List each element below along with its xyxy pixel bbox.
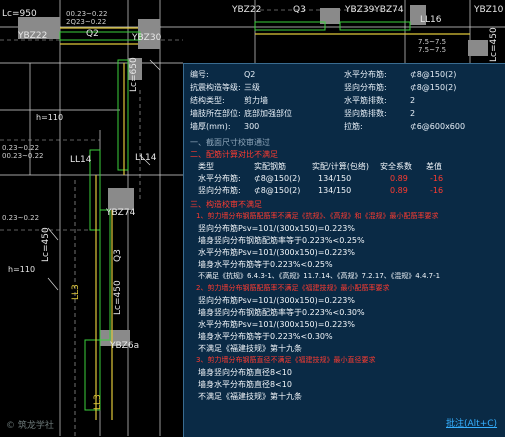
cad-label-q2-top: Q2	[86, 29, 99, 39]
prop-label-location: 墙肢所在部位:	[190, 109, 241, 118]
table-header-diff: 差值	[426, 162, 442, 171]
cad-dim-3: 0.23~0.22	[2, 144, 39, 152]
table-row-1-ratio: 134/150	[318, 174, 352, 183]
cad-label-lc450-b: Lc=450	[41, 227, 51, 262]
cad-label-h110-a: h=110	[36, 113, 63, 122]
table-row-2-ratio: 134/150	[318, 186, 352, 195]
detail-1-line-1: 竖向分布筋Psv=101/(300x150)=0.223%	[198, 224, 355, 233]
cad-label-lc450-a: Lc=450	[489, 27, 499, 62]
prop-value-h-rows: 2	[410, 96, 416, 105]
cad-label-ll3-b: LL3	[93, 394, 103, 410]
detail-2-line-1: 竖向分布筋Psv=101/(300x150)=0.223%	[198, 296, 355, 305]
table-row-1-type: 水平分布筋:	[198, 174, 241, 183]
detail-3-line-2: 墙身水平分布筋直径8<10	[198, 380, 292, 389]
cad-label-ybz39-74: YBZ39YBZ74	[344, 5, 404, 15]
table-row-2-type: 竖向分布筋:	[198, 186, 241, 195]
cad-label-lc650: Lc=650	[129, 57, 139, 92]
detail-1-line-3: 水平分布筋Psv=101/(300x150)=0.223%	[198, 248, 355, 257]
detail-2-line-3: 水平分布筋Psv=101/(300x150)=0.223%	[198, 320, 355, 329]
watermark: © 筑龙学社	[6, 421, 54, 431]
cad-label-ll3-a: LL3	[71, 284, 81, 300]
prop-value-tie: ⊄6@600x600	[410, 122, 466, 131]
detail-1-line-4: 墙身水平分布筋等于0.223%<0.25%	[198, 260, 333, 269]
cad-label-ll14-b: LL14	[135, 153, 157, 163]
prop-label-h-rebar: 水平分布筋:	[344, 70, 387, 79]
prop-label-v-rows: 竖向筋排数:	[344, 109, 387, 118]
table-row-1-diff: -16	[430, 174, 444, 183]
prop-value-struct: 剪力墙	[244, 96, 268, 105]
cad-dim-7: 0.23~0.22	[2, 214, 39, 222]
cad-label-ybz6a: YBZ6a	[109, 341, 139, 351]
table-row-1-safety: 0.89	[390, 174, 408, 183]
detail-2-line-2: 墙身竖向分布钢筋配筋率等于0.223%<0.30%	[198, 308, 365, 317]
cad-label-ybz22-b: YBZ22	[231, 5, 261, 15]
cad-label-ybz22-a: YBZ22	[17, 31, 47, 41]
table-row-2-diff: -16	[430, 186, 444, 195]
cad-label-ybz30: YBZ30	[131, 33, 162, 43]
cad-label-h110-b: h=110	[8, 265, 35, 274]
cad-label-ybz10: YBZ10	[473, 5, 504, 15]
prop-label-struct: 结构类型:	[190, 96, 225, 105]
prop-value-seismic: 三级	[244, 83, 260, 92]
prop-label-id: 编号:	[190, 70, 209, 79]
prop-value-h-rebar: ⊄8@150(2)	[410, 70, 457, 79]
cad-label-ll14-a: LL14	[70, 155, 92, 165]
cad-label-lc950: Lc=950	[2, 9, 37, 19]
check-section-detailing: 三、构造校审不满足	[190, 200, 262, 209]
detail-1-line-5: 不满足《抗规》6.4.3-1、《高规》11.7.14、《高规》7.2.17、《混…	[198, 272, 441, 280]
table-header-type: 类型	[198, 162, 214, 171]
detail-sub-3: 3、剪力墙分布钢筋直径不满足《福建技规》最小直径要求	[196, 356, 376, 364]
table-row-1-rebar: ⊄8@150(2)	[254, 174, 301, 183]
table-header-ratio: 实配/计算(包络)	[312, 162, 369, 171]
detail-3-line-3: 不满足《福建技规》第十九条	[198, 392, 302, 401]
cad-dim-6: 7.5~7.5	[418, 46, 446, 54]
check-section-rebar: 二、配筋计算对比不满足	[190, 150, 278, 159]
prop-value-id: Q2	[244, 70, 256, 79]
prop-label-v-rebar: 竖向分布筋:	[344, 83, 387, 92]
detail-sub-1: 1、剪力墙分布钢筋配筋率不满足《抗规》、《高规》和《混规》最小配筋率要求	[196, 212, 439, 220]
prop-value-v-rows: 2	[410, 109, 416, 118]
cad-label-q3-top: Q3	[293, 5, 306, 15]
table-header-rebar: 实配钢筋	[254, 162, 286, 171]
cad-dim-2: 2Q23~0.22	[66, 18, 106, 26]
prop-value-location: 底部加强部位	[244, 109, 292, 118]
cad-label-lc450-c: Lc=450	[113, 280, 123, 315]
cad-label-ll16: LL16	[420, 15, 442, 25]
cad-dim-5: 7.5~7.5	[418, 38, 446, 46]
detail-2-line-4: 墙身水平分布筋等于0.223%<0.30%	[198, 332, 333, 341]
table-row-2-rebar: ⊄8@150(2)	[254, 186, 301, 195]
detail-sub-2: 2、剪力墙分布钢筋配筋率不满足《福建技规》最小配筋率要求	[196, 284, 390, 292]
detail-2-line-5: 不满足《福建技规》第十九条	[198, 344, 302, 353]
check-section-size: 一、截面尺寸校审通过	[190, 138, 270, 147]
prop-label-seismic: 抗震构造等级:	[190, 83, 241, 92]
table-header-safety: 安全系数	[380, 162, 412, 171]
prop-label-tie: 拉筋:	[344, 122, 363, 131]
cad-dim-1: 00.23~0.22	[66, 10, 108, 18]
table-row-2-safety: 0.89	[390, 186, 408, 195]
prop-label-thickness: 墙厚(mm):	[190, 122, 231, 131]
detail-1-line-2: 墙身竖向分布钢筋配筋率等于0.223%<0.25%	[198, 236, 365, 245]
prop-value-v-rebar: ⊄8@150(2)	[410, 83, 457, 92]
prop-value-thickness: 300	[244, 122, 260, 131]
cad-label-ybz74: YBZ74	[105, 208, 136, 218]
annotate-link[interactable]: 批注(Alt+C)	[446, 420, 497, 429]
detail-3-line-1: 墙身竖向分布筋直径8<10	[198, 368, 292, 377]
prop-label-h-rows: 水平筋排数:	[344, 96, 387, 105]
wall-check-panel: 编号: Q2 抗震构造等级: 三级 结构类型: 剪力墙 墙肢所在部位: 底部加强…	[183, 63, 505, 437]
cad-label-q3-mid: Q3	[113, 249, 123, 262]
cad-dim-4: 00.23~0.22	[2, 152, 44, 160]
